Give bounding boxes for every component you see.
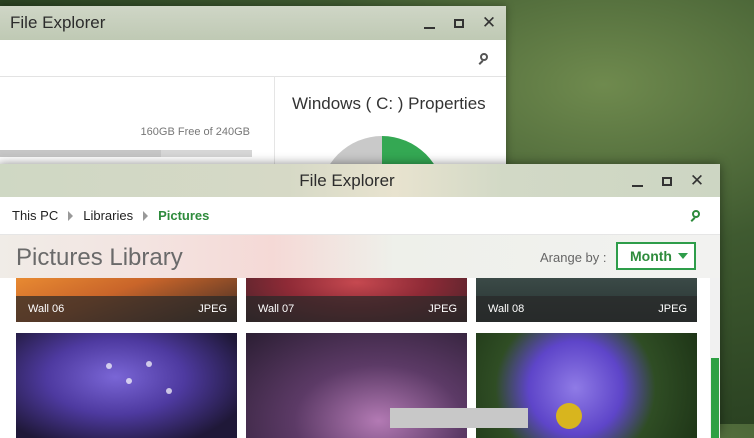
overlay-panel [390, 408, 528, 428]
maximize-icon[interactable] [452, 16, 466, 30]
thumbnail-purple-petals[interactable] [16, 333, 237, 438]
back-window: File Explorer ✕ 160GB Free of 240GB Wind… [0, 6, 506, 260]
thumbnail-wall-07[interactable]: Wall 07 JPEG [246, 278, 467, 322]
close-icon[interactable]: ✕ [482, 14, 496, 31]
front-window: File Explorer ✕ This PC Libraries Pictur… [0, 164, 720, 438]
back-address-bar[interactable] [0, 40, 506, 77]
thumbnail-wall-06[interactable]: Wall 06 JPEG [16, 278, 237, 322]
search-icon[interactable] [692, 210, 700, 218]
thumbnail-type: JPEG [428, 303, 457, 315]
droplet [106, 363, 112, 369]
breadcrumb: This PC Libraries Pictures [0, 197, 720, 235]
search-icon[interactable] [480, 53, 488, 61]
droplet [166, 388, 172, 394]
breadcrumb-libraries[interactable]: Libraries [81, 208, 135, 223]
flower-center [556, 403, 582, 429]
chevron-right-icon [68, 210, 74, 221]
back-window-controls: ✕ [422, 6, 496, 40]
thumbnail-type: JPEG [658, 303, 687, 315]
arrange-by-value: Month [630, 248, 672, 264]
scrollbar-track[interactable] [710, 278, 720, 438]
back-window-title: File Explorer [10, 13, 106, 32]
front-titlebar[interactable]: File Explorer ✕ [0, 164, 720, 197]
minimize-icon[interactable] [630, 174, 644, 188]
drive-usage-fill [0, 150, 161, 157]
close-icon[interactable]: ✕ [690, 172, 704, 189]
breadcrumb-this-pc[interactable]: This PC [10, 208, 60, 223]
thumbnail-grid: Wall 06 JPEG Wall 07 JPEG Wall 08 JPEG [0, 278, 720, 438]
thumbnail-name: Wall 06 [28, 303, 65, 315]
arrange-by-label: Arange by : [540, 250, 607, 265]
droplet [126, 378, 132, 384]
thumbnail-caption: Wall 07 JPEG [246, 296, 467, 322]
maximize-icon[interactable] [660, 174, 674, 188]
thumbnail-type: JPEG [198, 303, 227, 315]
thumbnail-name: Wall 07 [258, 303, 295, 315]
thumbnail-name: Wall 08 [488, 303, 525, 315]
library-header: Pictures Library Arange by : Month [0, 235, 720, 279]
thumbnail-caption: Wall 08 JPEG [476, 296, 697, 322]
arrange-by-dropdown[interactable]: Month [616, 242, 696, 270]
chevron-right-icon [143, 210, 149, 221]
breadcrumb-pictures[interactable]: Pictures [156, 208, 211, 223]
free-space-text: 160GB Free of 240GB [140, 126, 250, 138]
library-title: Pictures Library [16, 244, 183, 271]
minimize-icon[interactable] [422, 16, 436, 30]
drive-usage-bar [0, 150, 252, 157]
properties-title: Windows ( C: ) Properties [292, 94, 486, 113]
scrollbar-thumb[interactable] [711, 358, 719, 438]
front-window-title: File Explorer [299, 170, 395, 190]
thumbnail-wall-08[interactable]: Wall 08 JPEG [476, 278, 697, 322]
thumbnail-caption: Wall 06 JPEG [16, 296, 237, 322]
dropdown-arrow-icon [677, 253, 688, 259]
droplet [146, 361, 152, 367]
back-titlebar[interactable]: File Explorer ✕ [0, 6, 506, 40]
back-drive-pane: 160GB Free of 240GB [0, 76, 275, 176]
front-window-controls: ✕ [630, 164, 704, 198]
